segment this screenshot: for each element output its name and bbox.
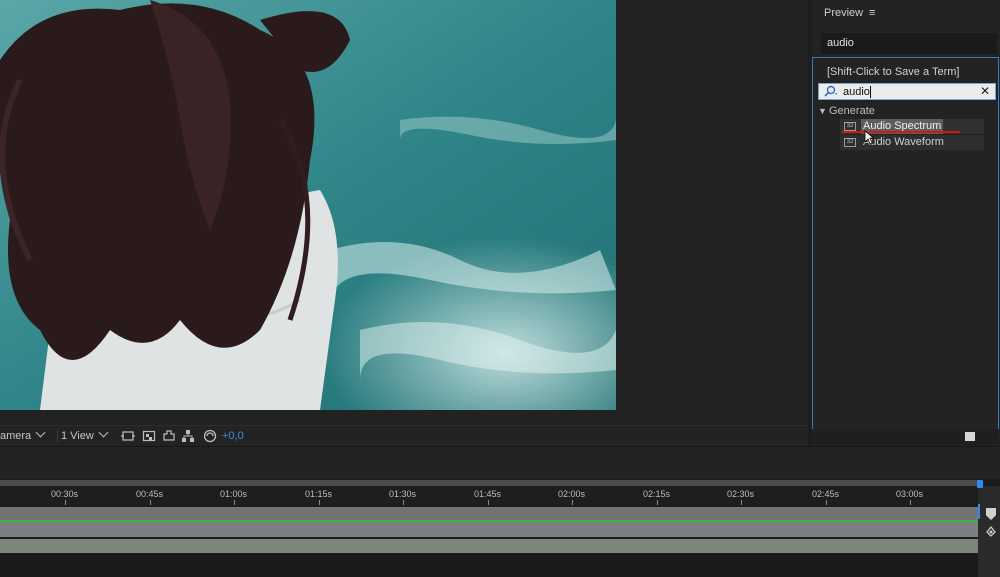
view-layout-dropdown[interactable]: 1 View [57, 427, 109, 443]
effects-group-generate[interactable]: Generate [829, 105, 875, 117]
preview-panel-title[interactable]: Preview [824, 7, 863, 19]
tick-label: 01:00s [220, 489, 248, 499]
fast-previews-icon[interactable] [121, 429, 135, 443]
chevron-down-icon [35, 427, 46, 438]
layer-bar[interactable] [0, 507, 978, 520]
tick-mark [319, 500, 320, 505]
red-annotation-underline [842, 131, 960, 133]
effect-32bit-icon: 32 [844, 138, 856, 147]
tick-label: 02:00s [558, 489, 586, 499]
save-term-hint: [Shift-Click to Save a Term] [827, 66, 960, 78]
viewer-toolbar: amera 1 View +0,0 [0, 425, 808, 446]
tick-mark [741, 500, 742, 505]
effects-search-value: audio [843, 86, 870, 98]
clear-search-icon[interactable]: ✕ [980, 84, 990, 99]
tick-label: 02:30s [727, 489, 755, 499]
tick-mark [65, 500, 66, 505]
current-time-indicator[interactable] [978, 504, 980, 519]
tick-label: 01:15s [305, 489, 333, 499]
chevron-down-icon [98, 427, 109, 438]
tick-label: 00:30s [51, 489, 79, 499]
tick-mark [826, 500, 827, 505]
camera-label: amera [0, 430, 32, 442]
effects-search-input[interactable]: audio ✕ [818, 83, 996, 100]
tick-mark [403, 500, 404, 505]
mouse-pointer-icon [864, 130, 875, 150]
preview-search-field[interactable]: audio [821, 33, 997, 54]
group-collapse-arrow-icon[interactable]: ▼ [818, 106, 827, 116]
tick-mark [910, 500, 911, 505]
tick-label: 01:45s [474, 489, 502, 499]
effect-32bit-icon: 32 [844, 122, 856, 131]
timeline-header [0, 446, 1000, 479]
lock-icon[interactable] [984, 524, 998, 543]
search-icon [823, 85, 839, 103]
region-of-interest-icon[interactable] [162, 429, 176, 443]
tick-mark [234, 500, 235, 505]
effect-item-audio-waveform[interactable]: 32 Audio Waveform [840, 135, 984, 150]
transparency-grid-icon[interactable] [142, 429, 156, 443]
view-layout-label: 1 View [61, 430, 94, 442]
exposure-value[interactable]: +0,0 [222, 429, 244, 443]
viewer-background [616, 0, 808, 410]
tick-mark [150, 500, 151, 505]
tick-mark [488, 500, 489, 505]
new-item-icon[interactable] [965, 432, 975, 441]
flowchart-icon[interactable] [181, 429, 195, 443]
tick-label: 03:00s [896, 489, 924, 499]
tick-label: 02:45s [812, 489, 840, 499]
tick-label: 02:15s [643, 489, 671, 499]
tick-label: 01:30s [389, 489, 417, 499]
layer-bar[interactable] [0, 522, 978, 537]
tick-mark [657, 500, 658, 505]
exposure-reset-icon[interactable] [203, 429, 217, 443]
layer-bar[interactable] [0, 539, 978, 553]
text-caret [870, 86, 871, 98]
tick-mark [572, 500, 573, 505]
tick-label: 00:45s [136, 489, 164, 499]
composition-frame-image [0, 0, 616, 410]
work-area-end-handle[interactable] [977, 480, 983, 488]
camera-dropdown[interactable]: amera [0, 427, 46, 443]
panel-menu-icon[interactable]: ≡ [869, 7, 875, 19]
